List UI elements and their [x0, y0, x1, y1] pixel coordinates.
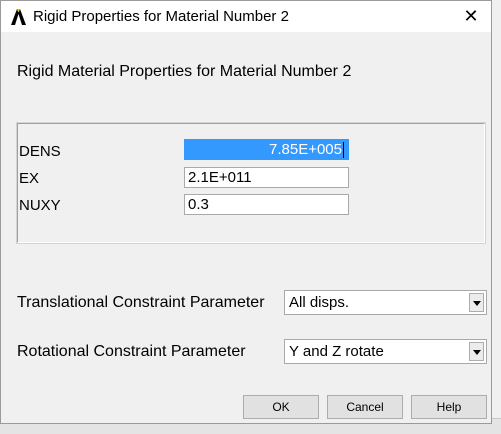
window-title: Rigid Properties for Material Number 2	[33, 8, 289, 25]
close-button[interactable]: ✕	[451, 2, 491, 31]
dialog-heading: Rigid Material Properties for Material N…	[17, 63, 352, 80]
nuxy-label: NUXY	[19, 197, 61, 214]
rotational-selected-value: Y and Z rotate	[289, 343, 384, 360]
nuxy-input[interactable]: 0.3	[184, 194, 349, 215]
rotational-constraint-select[interactable]: Y and Z rotate	[284, 339, 487, 364]
translational-constraint-label: Translational Constraint Parameter	[17, 294, 265, 311]
ansys-logo-icon	[11, 9, 26, 25]
chevron-down-icon[interactable]	[469, 342, 484, 361]
chevron-down-icon[interactable]	[469, 293, 484, 312]
help-button[interactable]: Help	[411, 395, 487, 419]
cancel-button[interactable]: Cancel	[327, 395, 403, 419]
dens-input[interactable]: 7.85E+005	[184, 139, 349, 160]
dens-label: DENS	[19, 143, 61, 160]
translational-selected-value: All disps.	[289, 294, 350, 311]
ex-input[interactable]: 2.1E+011	[184, 167, 349, 188]
ex-label: EX	[19, 170, 40, 187]
ok-button[interactable]: OK	[243, 395, 319, 419]
rigid-properties-dialog: Rigid Properties for Material Number 2 ✕…	[0, 0, 492, 424]
title-bar[interactable]: Rigid Properties for Material Number 2 ✕	[1, 1, 491, 32]
translational-constraint-select[interactable]: All disps.	[284, 290, 487, 315]
rotational-constraint-label: Rotational Constraint Parameter	[17, 343, 246, 360]
